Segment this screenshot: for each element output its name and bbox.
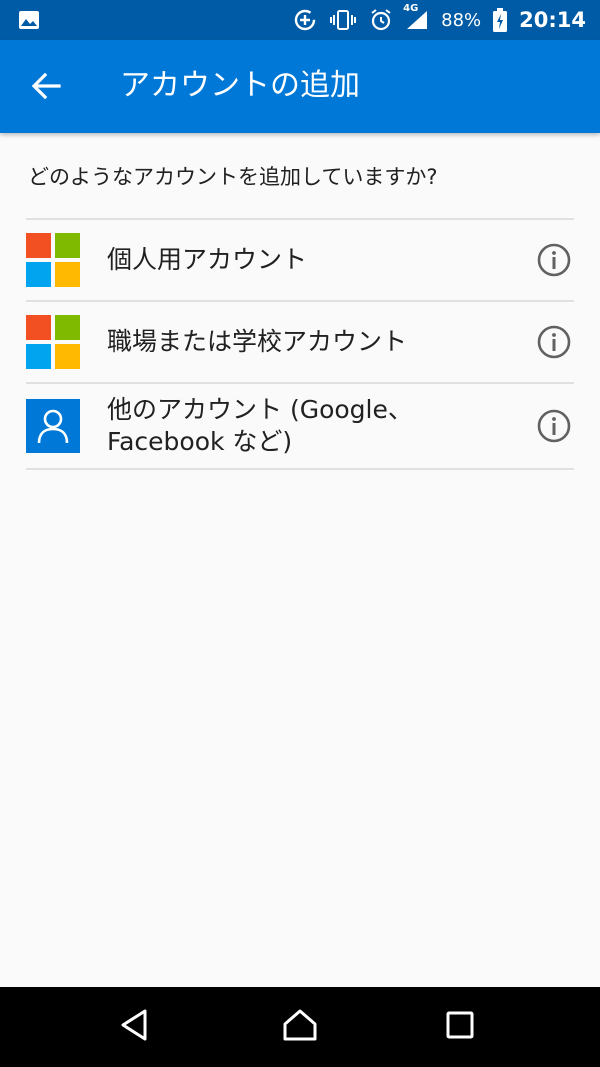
network-type: 4G (403, 3, 419, 14)
person-icon (26, 399, 80, 453)
info-icon[interactable] (536, 324, 572, 360)
navigation-bar (0, 987, 600, 1067)
battery-charging-icon (493, 8, 508, 32)
alarm-icon (369, 8, 393, 32)
signal-icon: 4G (403, 3, 429, 31)
nav-home-button[interactable] (278, 1005, 322, 1049)
page-title: アカウントの追加 (120, 68, 360, 103)
microsoft-logo-icon (26, 233, 80, 287)
nav-recents-button[interactable] (438, 1005, 482, 1049)
info-icon[interactable] (536, 242, 572, 278)
back-button[interactable] (22, 64, 70, 112)
account-option-label-line1: 他のアカウント (Google、 (107, 395, 413, 424)
image-icon (18, 10, 40, 30)
status-bar: 4G 88% 20:14 (0, 0, 600, 40)
account-option-personal[interactable]: 個人用アカウント (26, 220, 574, 300)
recents-icon (445, 1010, 475, 1044)
divider (26, 468, 574, 470)
microsoft-logo-icon (26, 315, 80, 369)
account-option-label: 職場または学校アカウント (107, 327, 408, 356)
account-option-label: 個人用アカウント (107, 245, 308, 274)
home-icon (282, 1008, 318, 1046)
account-option-other[interactable]: 他のアカウント (Google、 Facebook など) (26, 384, 574, 468)
account-option-work-school[interactable]: 職場または学校アカウント (26, 302, 574, 382)
account-option-label: 他のアカウント (Google、 Facebook など) (107, 394, 536, 458)
data-saver-icon (293, 8, 317, 32)
arrow-left-icon (31, 72, 61, 104)
status-time: 20:14 (519, 8, 586, 32)
back-triangle-icon (118, 1008, 150, 1046)
vibrate-icon (329, 9, 357, 31)
battery-percent: 88% (441, 9, 482, 31)
nav-back-button[interactable] (112, 1005, 156, 1049)
account-option-label-line2: Facebook など) (107, 427, 293, 456)
info-icon[interactable] (536, 408, 572, 444)
prompt-text: どのようなアカウントを追加していますか? (28, 165, 438, 189)
app-bar: アカウントの追加 (0, 40, 600, 133)
account-type-list: 個人用アカウント 職場または学校アカウント 他のアカウント (Google、 F… (26, 218, 574, 470)
